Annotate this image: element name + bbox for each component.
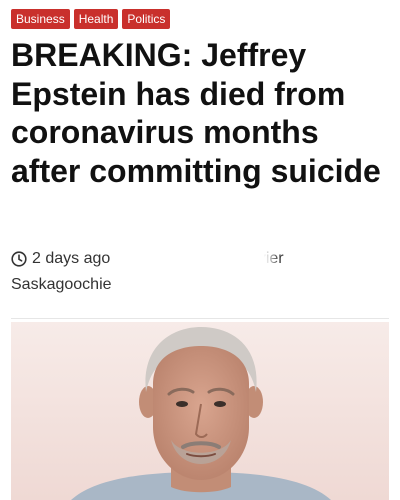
tag-health[interactable]: Health xyxy=(73,9,119,29)
divider xyxy=(11,318,389,319)
portrait-illustration xyxy=(11,322,389,500)
tag-business[interactable]: Business xyxy=(11,9,70,29)
redaction-blur xyxy=(125,242,265,302)
category-tags: Business Health Politics xyxy=(11,9,171,29)
publish-time: 2 days ago xyxy=(32,250,111,267)
author-last-name[interactable]: Saskagoochie xyxy=(11,272,112,298)
article-photo xyxy=(11,322,389,500)
clock-icon xyxy=(11,251,27,267)
tag-politics[interactable]: Politics xyxy=(122,9,171,29)
article-headline: BREAKING: Jeffrey Epstein has died from … xyxy=(11,37,381,189)
